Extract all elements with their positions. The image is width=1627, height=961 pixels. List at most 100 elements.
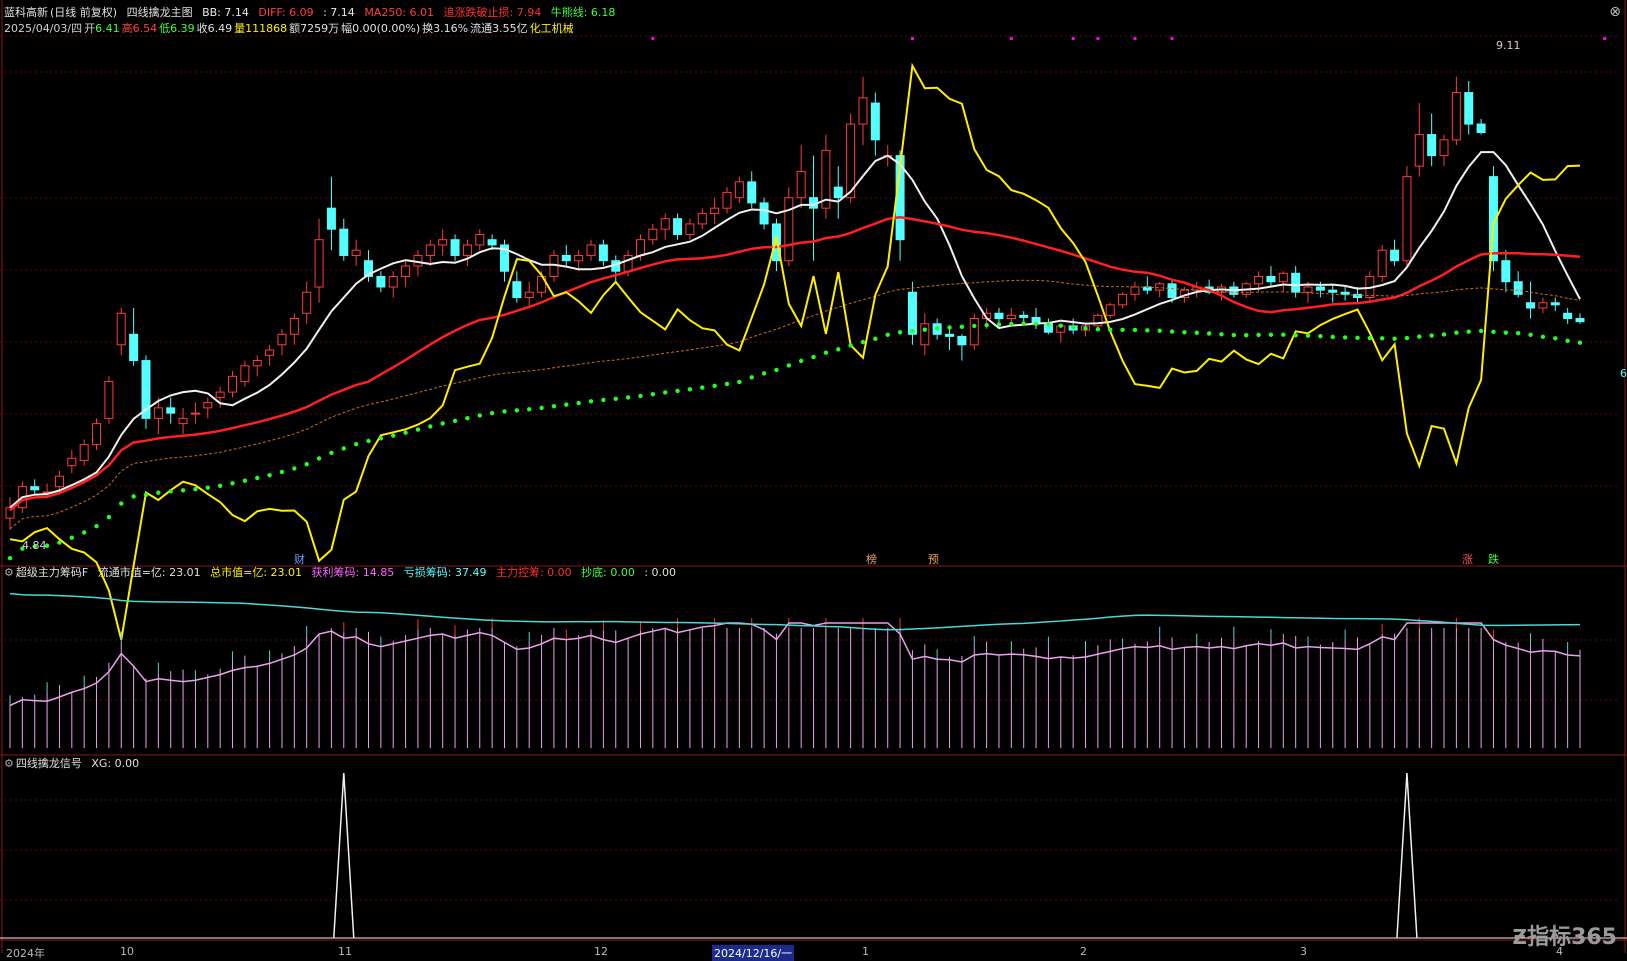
candle-body — [438, 239, 448, 246]
candle-body — [1266, 275, 1276, 283]
candle-body — [54, 475, 64, 488]
candle-body — [957, 335, 967, 346]
green-dot — [662, 390, 668, 395]
candle-body — [1328, 289, 1338, 293]
green-dot — [724, 381, 730, 387]
candle-body — [67, 457, 77, 467]
candle-body — [92, 423, 102, 446]
candle-body — [524, 291, 534, 299]
candle-body — [1303, 286, 1313, 293]
green-dot — [761, 371, 767, 376]
candle-body — [1291, 272, 1301, 293]
green-dot — [1095, 327, 1101, 332]
candle-body — [1513, 281, 1523, 295]
event-tag-cai[interactable]: 财 — [294, 551, 305, 567]
candle-body — [635, 239, 645, 256]
event-tag-bang[interactable]: 榜 — [866, 551, 877, 567]
green-dot — [1169, 329, 1175, 334]
candle-body — [710, 207, 720, 214]
green-dot — [1157, 328, 1162, 333]
candle-body — [178, 417, 188, 425]
green-dot — [1244, 333, 1249, 338]
green-dot — [403, 430, 408, 435]
loss-line — [9, 592, 1581, 631]
green-dot — [230, 481, 235, 486]
candle-body — [166, 407, 176, 414]
candle-body — [116, 312, 126, 346]
signal-marker — [1009, 37, 1013, 40]
green-dot — [910, 328, 915, 334]
candle-body — [685, 223, 695, 235]
candle-body — [994, 312, 1004, 320]
xaxis-dec: 12 — [594, 945, 608, 958]
green-dot — [774, 367, 779, 373]
green-dot — [452, 418, 458, 424]
green-dot — [1046, 322, 1051, 327]
green-dot — [811, 354, 816, 360]
event-tag-die[interactable]: 跌 — [1488, 551, 1499, 567]
candle-body — [1439, 139, 1449, 157]
green-dot — [366, 438, 371, 444]
green-dot — [749, 375, 754, 380]
white-ma-line — [9, 151, 1581, 509]
green-dot — [1565, 338, 1570, 344]
green-dot — [7, 555, 13, 561]
candle-body — [1501, 260, 1511, 283]
signal-marker — [651, 37, 655, 40]
candle-body — [1155, 283, 1165, 291]
green-dot — [1219, 332, 1224, 337]
candle-body — [462, 244, 472, 256]
green-dot — [885, 332, 890, 338]
right-price-label: 6 — [1620, 367, 1627, 380]
candle-body — [1315, 286, 1325, 291]
green-dot — [304, 461, 309, 467]
logo-icon: Ƶ — [1512, 925, 1528, 949]
green-dot — [131, 494, 136, 499]
green-dot — [1120, 327, 1125, 332]
green-dot — [94, 523, 99, 529]
green-dot — [465, 416, 470, 421]
signal-marker — [910, 37, 914, 40]
candle-body — [574, 254, 584, 262]
event-tag-yu[interactable]: 预 — [928, 551, 939, 567]
candle-body — [1526, 302, 1536, 309]
green-dot — [1108, 327, 1113, 332]
green-dot — [897, 330, 903, 335]
chart-canvas[interactable] — [0, 0, 1627, 959]
green-dot — [1009, 321, 1014, 327]
green-dot — [1033, 321, 1039, 326]
candle-body — [79, 444, 89, 461]
xaxis-nov: 11 — [338, 945, 352, 958]
green-dot — [217, 483, 223, 488]
candle-body — [660, 218, 670, 230]
green-dot — [502, 409, 507, 414]
green-dot — [1466, 329, 1471, 334]
green-dot — [143, 492, 149, 497]
candle-body — [1340, 291, 1350, 295]
green-dot — [1231, 332, 1237, 338]
green-dot — [984, 322, 989, 328]
green-dot — [675, 388, 680, 394]
candle-body — [648, 228, 658, 241]
green-dot — [1145, 328, 1150, 333]
green-dot — [477, 413, 482, 418]
green-dot — [601, 397, 606, 403]
green-dot — [180, 488, 186, 493]
green-dot — [848, 343, 853, 348]
green-dot — [934, 326, 940, 331]
signal-marker — [1071, 37, 1075, 40]
green-dot — [106, 514, 112, 520]
green-dot — [996, 322, 1002, 327]
candle-body — [945, 333, 955, 337]
green-dot — [650, 392, 656, 397]
profit-line — [9, 622, 1581, 707]
signal-marker — [1096, 37, 1100, 40]
signal-marker — [1603, 37, 1607, 40]
green-dot — [1206, 331, 1212, 336]
green-dot — [823, 350, 829, 355]
candle-body — [858, 97, 868, 125]
candle-body — [1464, 92, 1474, 125]
event-tag-zhang[interactable]: 涨 — [1462, 551, 1473, 567]
green-dot — [514, 408, 520, 413]
green-dot — [1380, 336, 1385, 341]
